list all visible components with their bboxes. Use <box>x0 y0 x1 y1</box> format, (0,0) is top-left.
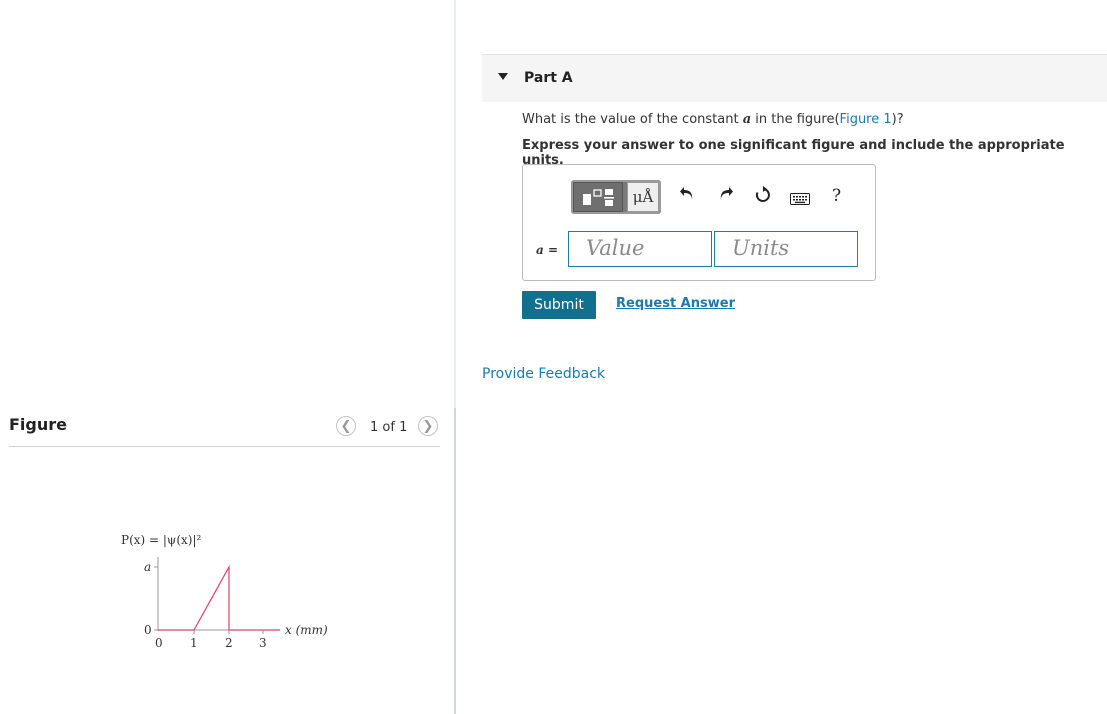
figure-title: Figure <box>9 415 67 434</box>
chevron-right-icon: ❯ <box>422 418 434 434</box>
caret-down-icon[interactable] <box>498 73 508 80</box>
probability-plot: P(x) = |ψ(x)|² a 0 0 1 2 3 x (mm) <box>121 533 328 650</box>
toolbar-group: μÅ <box>571 180 661 214</box>
x-tick-label-3: 3 <box>259 636 267 650</box>
next-figure-button[interactable]: ❯ <box>418 416 438 436</box>
part-title: Part A <box>524 70 573 86</box>
plot-y-label: P(x) = |ψ(x)|² <box>121 533 202 547</box>
figure-link[interactable]: Figure 1 <box>840 112 892 127</box>
units-button[interactable]: μÅ <box>627 182 659 212</box>
question-variable: a <box>742 112 752 127</box>
probability-curve <box>158 564 280 631</box>
panel-divider-lower <box>454 408 456 714</box>
y-tick-label-0: 0 <box>144 623 152 637</box>
submit-button[interactable]: Submit <box>522 291 596 319</box>
panel-divider <box>454 0 456 408</box>
answer-variable-label: a = <box>536 243 559 257</box>
x-tick-label-1: 1 <box>190 636 198 650</box>
help-icon[interactable]: ? <box>832 188 841 205</box>
keyboard-icon[interactable] <box>790 192 810 209</box>
part-a-header[interactable]: Part A <box>482 54 1107 102</box>
plot-x-label: x (mm) <box>285 623 328 637</box>
question-text: What is the value of the constant a in t… <box>522 112 904 127</box>
x-tick-label-2: 2 <box>225 636 233 650</box>
provide-feedback-link[interactable]: Provide Feedback <box>482 366 605 382</box>
templates-icon <box>583 189 614 206</box>
undo-icon[interactable] <box>679 187 695 207</box>
figure-pager: 1 of 1 <box>370 420 408 435</box>
templates-button[interactable] <box>573 182 623 212</box>
previous-figure-button[interactable]: ❮ <box>336 416 356 436</box>
answer-box: μÅ ? a = Value Units <box>522 164 876 281</box>
reset-icon[interactable] <box>754 186 772 208</box>
value-input[interactable]: Value <box>568 231 712 267</box>
units-input[interactable]: Units <box>714 231 858 267</box>
redo-icon[interactable] <box>718 187 734 207</box>
chevron-left-icon: ❮ <box>340 418 352 434</box>
y-tick-label-a: a <box>144 560 151 574</box>
request-answer-link[interactable]: Request Answer <box>616 296 735 311</box>
x-tick-label-0: 0 <box>155 636 163 650</box>
figure-divider <box>9 446 440 447</box>
